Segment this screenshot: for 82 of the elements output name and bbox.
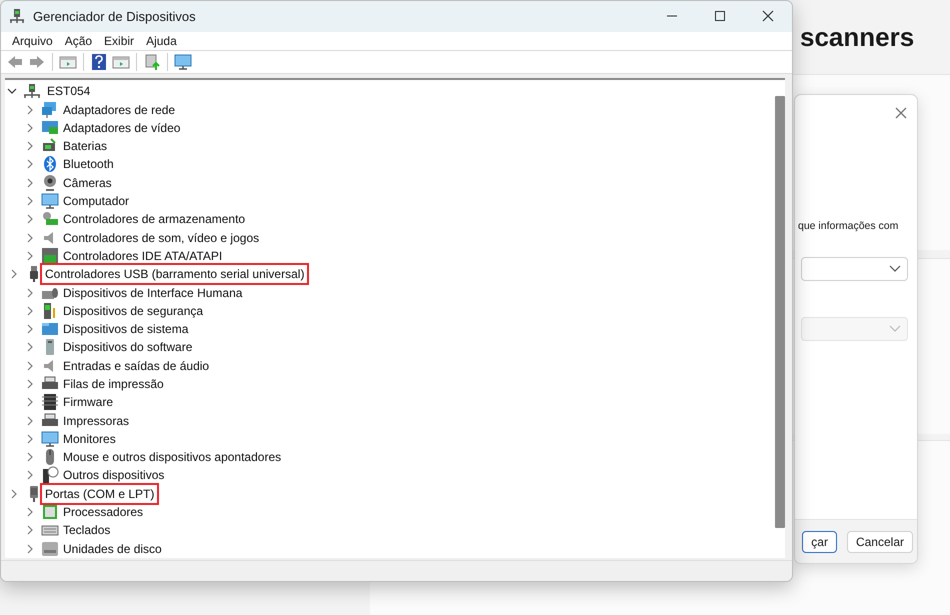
monitor-icon	[41, 430, 59, 448]
dialog-button[interactable]: çar	[802, 530, 837, 552]
tree-item[interactable]: Unidades de disco	[63, 540, 162, 557]
monitor-icon	[41, 192, 59, 210]
chevron-down-icon	[889, 265, 901, 273]
tree-item[interactable]: Impressoras	[63, 412, 130, 429]
tree-item[interactable]: Entradas e saídas de áudio	[63, 358, 210, 374]
chevron-right-icon[interactable]	[25, 178, 35, 188]
tree-item[interactable]: Câmeras	[63, 174, 112, 191]
chevron-right-icon[interactable]	[25, 397, 35, 408]
tree-item[interactable]: Adaptadores de vídeo	[63, 120, 180, 136]
update-driver-icon[interactable]	[143, 53, 161, 72]
chevron-right-icon[interactable]	[25, 324, 35, 334]
dialog-button[interactable]: Cancelar	[846, 530, 913, 552]
menu-item[interactable]: Ação	[60, 32, 98, 50]
tree-item[interactable]: EST054	[47, 83, 90, 100]
tree-item[interactable]: Computador	[63, 193, 130, 210]
network-adapter-icon	[41, 100, 59, 119]
chevron-right-icon[interactable]	[25, 232, 35, 243]
display-adapter-icon	[41, 118, 59, 137]
chevron-right-icon[interactable]	[25, 470, 35, 480]
tree-item[interactable]: Monitores	[63, 430, 116, 447]
computer-icon	[9, 8, 25, 24]
tree-item[interactable]: Dispositivos de segurança	[63, 302, 204, 319]
chevron-right-icon[interactable]	[25, 196, 35, 206]
webcam-icon	[41, 174, 59, 192]
close-icon[interactable]	[761, 10, 775, 22]
chevron-right-icon[interactable]	[25, 544, 35, 554]
tree-item[interactable]: Controladores IDE ATA/ATAPI	[63, 248, 222, 264]
tree-item[interactable]: Controladores de som, vídeo e jogos	[63, 230, 260, 246]
window-title: Gerenciador de Dispositivos	[33, 8, 196, 26]
chevron-right-icon[interactable]	[9, 269, 19, 280]
chevron-right-icon[interactable]	[9, 488, 19, 499]
chevron-down-icon	[889, 325, 901, 333]
tree-item[interactable]: Outros dispositivos	[63, 467, 164, 484]
processor-icon	[41, 503, 59, 522]
tree-item[interactable]: Dispositivos de Interface Humana	[63, 284, 242, 300]
chevron-right-icon[interactable]	[25, 141, 35, 152]
chevron-right-icon[interactable]	[25, 306, 35, 316]
tree-item[interactable]: Mouse e outros dispositivos apontadores	[63, 449, 282, 466]
tree-item[interactable]: Processadores	[63, 504, 144, 520]
menu-item[interactable]: Exibir	[99, 32, 140, 50]
chevron-right-icon[interactable]	[25, 250, 35, 261]
dialog-text: que informações com	[798, 219, 898, 234]
bluetooth-icon	[41, 155, 59, 174]
chevron-right-icon[interactable]	[25, 416, 35, 426]
chevron-right-icon[interactable]	[25, 342, 35, 352]
chevron-right-icon[interactable]	[25, 452, 35, 462]
computer-icon	[23, 83, 41, 100]
chevron-right-icon[interactable]	[25, 360, 35, 371]
maximize-icon[interactable]	[713, 10, 727, 22]
chevron-right-icon[interactable]	[25, 434, 35, 444]
help-icon[interactable]	[90, 53, 108, 72]
ide-controller-icon	[41, 246, 59, 265]
tree-item[interactable]: Filas de impressão	[63, 376, 164, 392]
unknown-device-icon	[41, 466, 59, 484]
tree-item[interactable]: Teclados	[63, 522, 110, 538]
disk-drive-icon	[41, 540, 59, 558]
chevron-right-icon[interactable]	[25, 288, 35, 298]
chevron-right-icon[interactable]	[25, 122, 35, 133]
chevron-right-icon[interactable]	[25, 525, 35, 536]
scrollbar[interactable]	[775, 96, 785, 528]
tree-item[interactable]: Firmware	[63, 394, 113, 410]
tree-item[interactable]: Adaptadores de rede	[63, 102, 176, 118]
page-heading: scanners	[800, 21, 914, 54]
chevron-right-icon[interactable]	[25, 507, 35, 518]
tree-item[interactable]: Controladores de armazenamento	[63, 211, 246, 228]
tree-item[interactable]: Dispositivos de sistema	[63, 321, 188, 338]
chip-icon	[41, 393, 59, 412]
tree-item[interactable]: Bluetooth	[63, 156, 114, 172]
chevron-right-icon[interactable]	[25, 214, 35, 224]
chevron-right-icon[interactable]	[25, 378, 35, 389]
monitor-icon[interactable]	[174, 53, 192, 72]
chevron-down-icon[interactable]	[7, 86, 17, 96]
chevron-right-icon[interactable]	[25, 104, 35, 115]
chevron-right-icon[interactable]	[25, 159, 35, 170]
tree-item[interactable]: Dispositivos do software	[63, 339, 192, 356]
tree-item[interactable]: Baterias	[63, 138, 108, 154]
tree-item[interactable]: Controladores USB (barramento serial universal)	[43, 266, 306, 282]
menu-item[interactable]: Ajuda	[141, 32, 182, 50]
tree-item[interactable]: Portas (COM e LPT)	[43, 486, 156, 502]
menu-item[interactable]: Arquivo	[7, 32, 58, 50]
